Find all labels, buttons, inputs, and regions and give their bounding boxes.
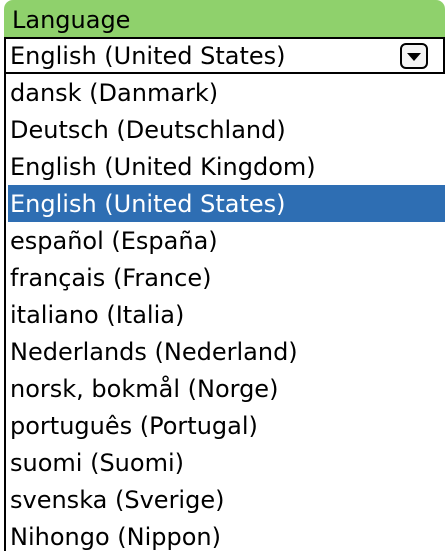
language-option-label: norsk, bokmål (Norge) — [10, 375, 279, 403]
language-option-dansk[interactable]: dansk (Danmark) — [6, 74, 445, 111]
language-option-label: español (España) — [10, 227, 218, 255]
language-option-portugues[interactable]: português (Portugal) — [6, 407, 445, 444]
language-options-list: dansk (Danmark) Deutsch (Deutschland) En… — [4, 74, 445, 551]
language-header: Language — [4, 0, 445, 37]
language-selector: Language English (United States) dansk (… — [0, 0, 445, 551]
language-option-espanol[interactable]: español (España) — [6, 222, 445, 259]
language-option-english-uk[interactable]: English (United Kingdom) — [6, 148, 445, 185]
dropdown-button[interactable] — [400, 43, 428, 69]
language-option-label: Nihongo (Nippon) — [10, 523, 221, 551]
language-option-label: Deutsch (Deutschland) — [10, 116, 286, 144]
language-title: Language — [12, 6, 131, 34]
language-option-label: Nederlands (Nederland) — [10, 338, 298, 366]
language-option-italiano[interactable]: italiano (Italia) — [6, 296, 445, 333]
language-select[interactable]: English (United States) — [4, 37, 445, 74]
language-option-label: suomi (Suomi) — [10, 449, 184, 477]
language-option-nederlands[interactable]: Nederlands (Nederland) — [6, 333, 445, 370]
language-option-nihongo[interactable]: Nihongo (Nippon) — [6, 518, 445, 551]
language-option-label: English (United Kingdom) — [10, 153, 316, 181]
language-option-norsk[interactable]: norsk, bokmål (Norge) — [6, 370, 445, 407]
chevron-down-icon — [407, 53, 421, 61]
language-option-svenska[interactable]: svenska (Sverige) — [6, 481, 445, 518]
language-option-label: italiano (Italia) — [10, 301, 185, 329]
language-option-label: svenska (Sverige) — [10, 486, 225, 514]
language-option-deutsch[interactable]: Deutsch (Deutschland) — [6, 111, 445, 148]
language-option-suomi[interactable]: suomi (Suomi) — [6, 444, 445, 481]
selected-language-value: English (United States) — [10, 42, 286, 70]
language-option-label: dansk (Danmark) — [10, 79, 219, 107]
language-option-label: português (Portugal) — [10, 412, 258, 440]
language-option-english-us[interactable]: English (United States) — [8, 185, 445, 222]
language-option-francais[interactable]: français (France) — [6, 259, 445, 296]
language-option-label: English (United States) — [10, 190, 286, 218]
language-option-label: français (France) — [10, 264, 212, 292]
